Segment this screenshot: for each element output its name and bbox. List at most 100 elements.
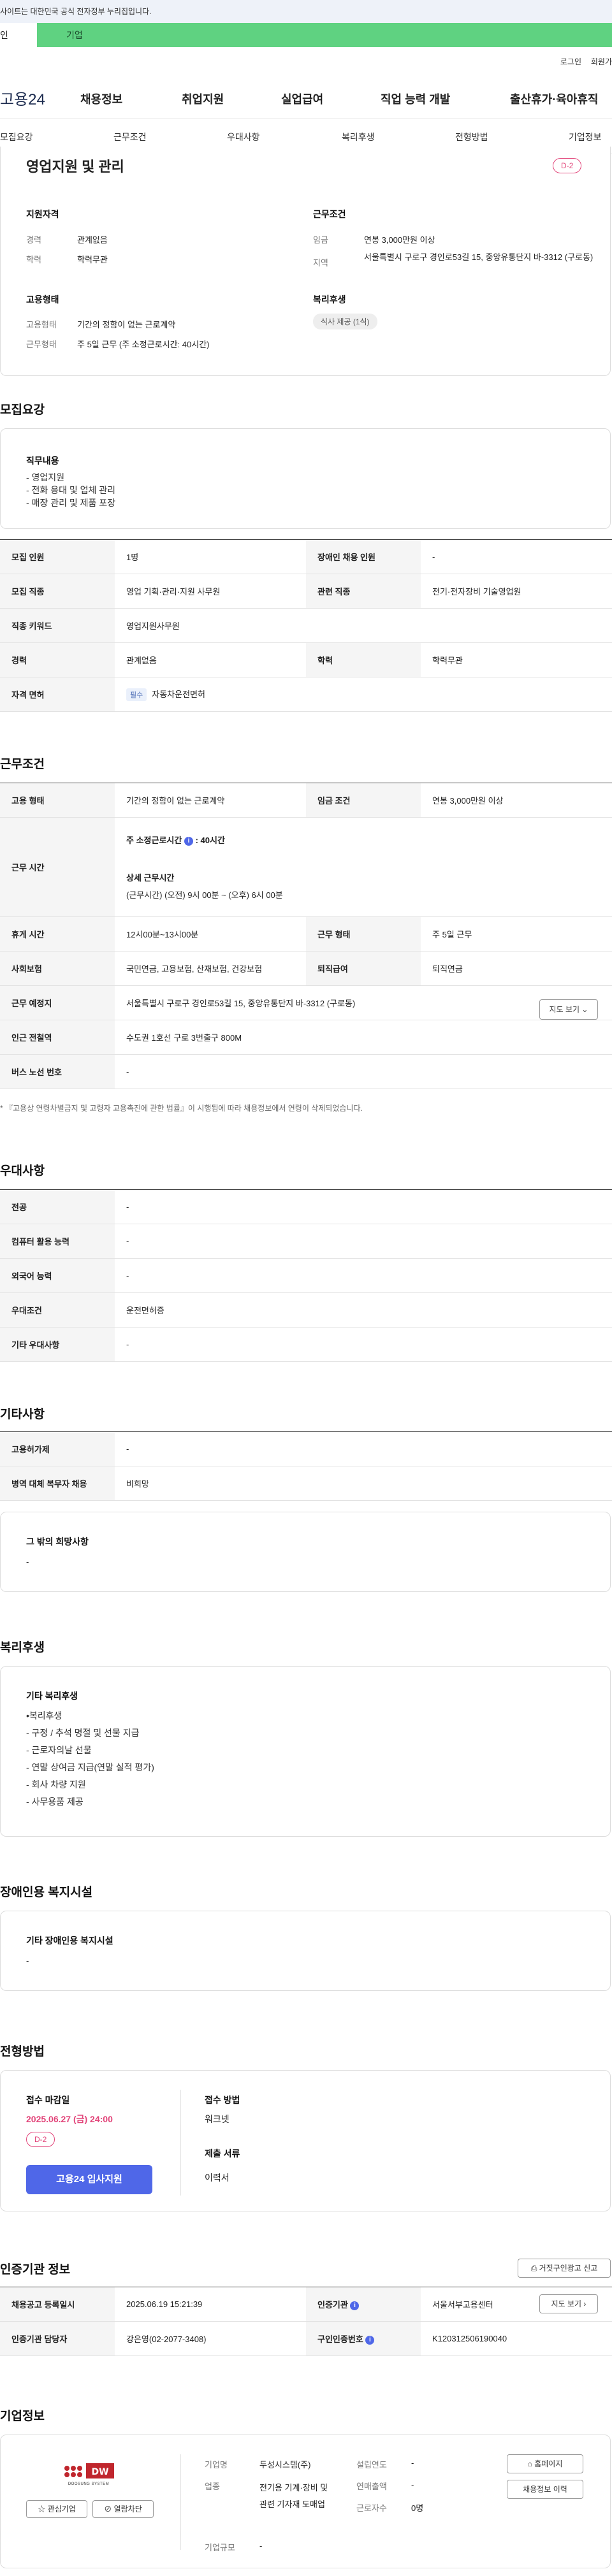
disabled-value: - <box>421 539 612 574</box>
duty-card: 직무내용 - 영업지원 - 전화 응대 및 업체 관리 - 매장 관리 및 제품… <box>0 428 611 529</box>
welfare-heading: 복리후생 <box>313 294 346 305</box>
method-label: 접수 방법 <box>205 2095 240 2105</box>
retire-value: 퇴직연금 <box>421 951 612 986</box>
info-icon[interactable]: i <box>350 2301 360 2310</box>
subnav-work[interactable]: 근무조건 <box>113 131 147 143</box>
headcount-value: 1명 <box>115 539 306 574</box>
duty-list: - 영업지원 - 전화 응대 및 업체 관리 - 매장 관리 및 제품 포장 <box>26 471 115 509</box>
site-logo[interactable]: 고용24 <box>0 87 45 109</box>
block-view-label: 열람차단 <box>113 2505 142 2514</box>
gnb-menu-job-training[interactable]: 직업 능력 개발 <box>381 90 450 107</box>
deadline-label: 접수 마감일 <box>26 2095 70 2105</box>
retire-label: 퇴직급여 <box>306 951 421 986</box>
disabled-facility-value: - <box>26 1956 29 1965</box>
company-name-label: 기업명 <box>205 2460 228 2470</box>
deadline-value: 2025.06.27 (금) 24:00 <box>26 2114 113 2124</box>
subnav-selection[interactable]: 전형방법 <box>455 131 488 143</box>
pref-condition-value: 운전면허증 <box>115 1292 612 1328</box>
employment-heading: 고용형태 <box>26 294 59 305</box>
company-divider <box>180 2454 181 2550</box>
homepage-button[interactable]: ⌂ 홈페이지 <box>507 2454 583 2473</box>
block-view-button[interactable]: ⊘ 열람차단 <box>92 2500 154 2518</box>
favorite-company-label: 관심기업 <box>47 2505 76 2514</box>
svg-text:DW: DW <box>91 2467 108 2477</box>
hours-label: 근무 시간 <box>0 817 115 917</box>
benefit-item: - 연말 상여금 지급(연말 실적 평가) <box>26 1762 154 1772</box>
qualification-career-value: 관계없음 <box>77 235 108 245</box>
agency-map-button-label: 지도 보기 <box>551 2299 582 2308</box>
subnav-preference[interactable]: 우대사항 <box>227 131 260 143</box>
etc-permit-value: - <box>115 1431 612 1466</box>
number-label: 구인인증번호 i <box>306 2321 421 2356</box>
gnb-menu-parental-leave[interactable]: 출산휴가·육아휴직 <box>510 90 598 107</box>
keyword-label: 직종 키워드 <box>0 608 115 643</box>
subnav-company[interactable]: 기업정보 <box>569 131 602 143</box>
benefit-heading: 기타 복리후생 <box>26 1691 78 1701</box>
chevron-right-icon: › <box>583 2299 586 2308</box>
report-button[interactable]: ⎙ 거짓구인광고 신고 <box>518 2259 611 2278</box>
hours-std-label: 주 소정근로시간 <box>126 836 182 845</box>
benefit-item: - 근로자의날 선물 <box>26 1745 92 1755</box>
conditions-region-value: 서울특별시 구로구 경인로53길 15, 중앙유통단지 바-3312 (구로동) <box>364 252 594 262</box>
tab-person[interactable]: 인 <box>0 23 37 47</box>
docs-label: 제출 서류 <box>205 2148 240 2159</box>
dday-badge: D-2 <box>553 158 582 173</box>
tab-company[interactable]: 기업 <box>37 23 612 47</box>
qualification-heading: 지원자격 <box>26 209 59 219</box>
agency-title: 인증기관 정보 <box>0 2263 71 2276</box>
company-industry-label: 업종 <box>205 2482 220 2491</box>
method-value: 워크넷 <box>205 2114 229 2124</box>
job-history-button[interactable]: 채용정보 이력 <box>507 2480 583 2499</box>
info-icon[interactable]: i <box>184 836 193 846</box>
manager-label: 인증기관 담당자 <box>0 2321 115 2356</box>
insurance-label: 사회보험 <box>0 951 115 986</box>
pref-language-label: 외국어 능력 <box>0 1258 115 1293</box>
qualification-career-label: 경력 <box>26 235 41 245</box>
join-link[interactable]: 회원가 <box>591 56 612 67</box>
subnav-benefit[interactable]: 복리후생 <box>342 131 375 143</box>
block-icon: ⊘ <box>104 2505 112 2514</box>
agency-map-button[interactable]: 지도 보기 › <box>539 2294 598 2313</box>
global-nav: 고용24 채용정보 취업지원 실업급여 직업 능력 개발 출산휴가·육아휴직 <box>0 74 612 119</box>
company-founded-label: 설립연도 <box>356 2460 387 2470</box>
place-cell: 서울특별시 구로구 경인로53길 15, 중앙유통단지 바-3312 (구로동) <box>115 985 612 1020</box>
benefit-item: - 사무용품 제공 <box>26 1797 84 1807</box>
pref-condition-label: 우대조건 <box>0 1292 115 1328</box>
number-value: K120312506190040 <box>421 2321 612 2356</box>
company-size-value: - <box>259 2541 263 2551</box>
job-summary-card: 영업지원 및 관리 D-2 지원자격 경력 관계없음 학력 학력무관 근무조건 … <box>0 147 611 376</box>
company-logo-text: DOOSUNG SYSTEM <box>68 2482 110 2486</box>
pref-computer-value: - <box>115 1224 612 1259</box>
disabled-facility-card: 기타 장애인용 복지시설 - <box>0 1911 611 1991</box>
benefit-card: 기타 복리후생 •복리후생 - 구정 / 추석 명절 및 선물 지급 - 근로자… <box>0 1666 611 1837</box>
chevron-down-icon: ⌄ <box>581 1005 588 1014</box>
keyword-value: 영업지원사무원 <box>115 608 612 643</box>
conditions-wage-value: 연봉 3,000만원 이상 <box>364 235 435 245</box>
selection-card: 접수 마감일 2025.06.27 (금) 24:00 D-2 고용24 입사지… <box>0 2070 611 2211</box>
benefit-item: - 회사 차량 지원 <box>26 1779 86 1790</box>
gov-banner-text: 사이트는 대한민국 공식 전자정부 누리집입니다. <box>0 7 152 16</box>
work-table: 고용 형태 기간의 정함이 없는 근로계약 임금 조건 연봉 3,000만원 이… <box>0 783 612 1089</box>
disabled-facility-title: 장애인용 복지시설 <box>0 1886 93 1899</box>
rest-value: 12시00분~13시00분 <box>115 916 306 952</box>
company-industry-value: 전기용 기계·장비 및 관련 기자재 도매업 <box>259 2483 328 2509</box>
login-link[interactable]: 로그인 <box>560 56 581 67</box>
hours-detail-label: 상세 근무시간 <box>126 873 175 883</box>
work-map-button[interactable]: 지도 보기 ⌄ <box>539 999 598 1020</box>
hours-cell: 주 소정근로시간 i : 40시간 상세 근무시간 (근무시간) (오전) 9시… <box>115 817 612 917</box>
docs-value: 이력서 <box>205 2173 229 2183</box>
gnb-menu-jobs[interactable]: 채용정보 <box>80 90 122 107</box>
gnb-menu-employment-support[interactable]: 취업지원 <box>182 90 224 107</box>
age-note: * 『고용상 연령차별금지 및 고령자 고용촉진에 관한 법률』이 시행됨에 따… <box>0 1104 363 1113</box>
subnav-recruit[interactable]: 모집요강 <box>0 131 33 143</box>
rest-label: 휴게 시간 <box>0 916 115 952</box>
gnb-menu-unemployment-benefit[interactable]: 실업급여 <box>281 90 323 107</box>
etc-military-value: 비희망 <box>115 1466 612 1501</box>
apply-button[interactable]: 고용24 입사지원 <box>26 2165 152 2194</box>
place-value: 서울특별시 구로구 경인로53길 15, 중앙유통단지 바-3312 (구로동) <box>126 999 356 1008</box>
company-employees-value: 0명 <box>411 2503 424 2513</box>
etc-military-label: 병역 대체 복무자 채용 <box>0 1466 115 1501</box>
home-icon: ⌂ <box>527 2459 532 2468</box>
favorite-company-button[interactable]: ☆ 관심기업 <box>26 2500 87 2518</box>
info-icon[interactable]: i <box>365 2335 375 2345</box>
